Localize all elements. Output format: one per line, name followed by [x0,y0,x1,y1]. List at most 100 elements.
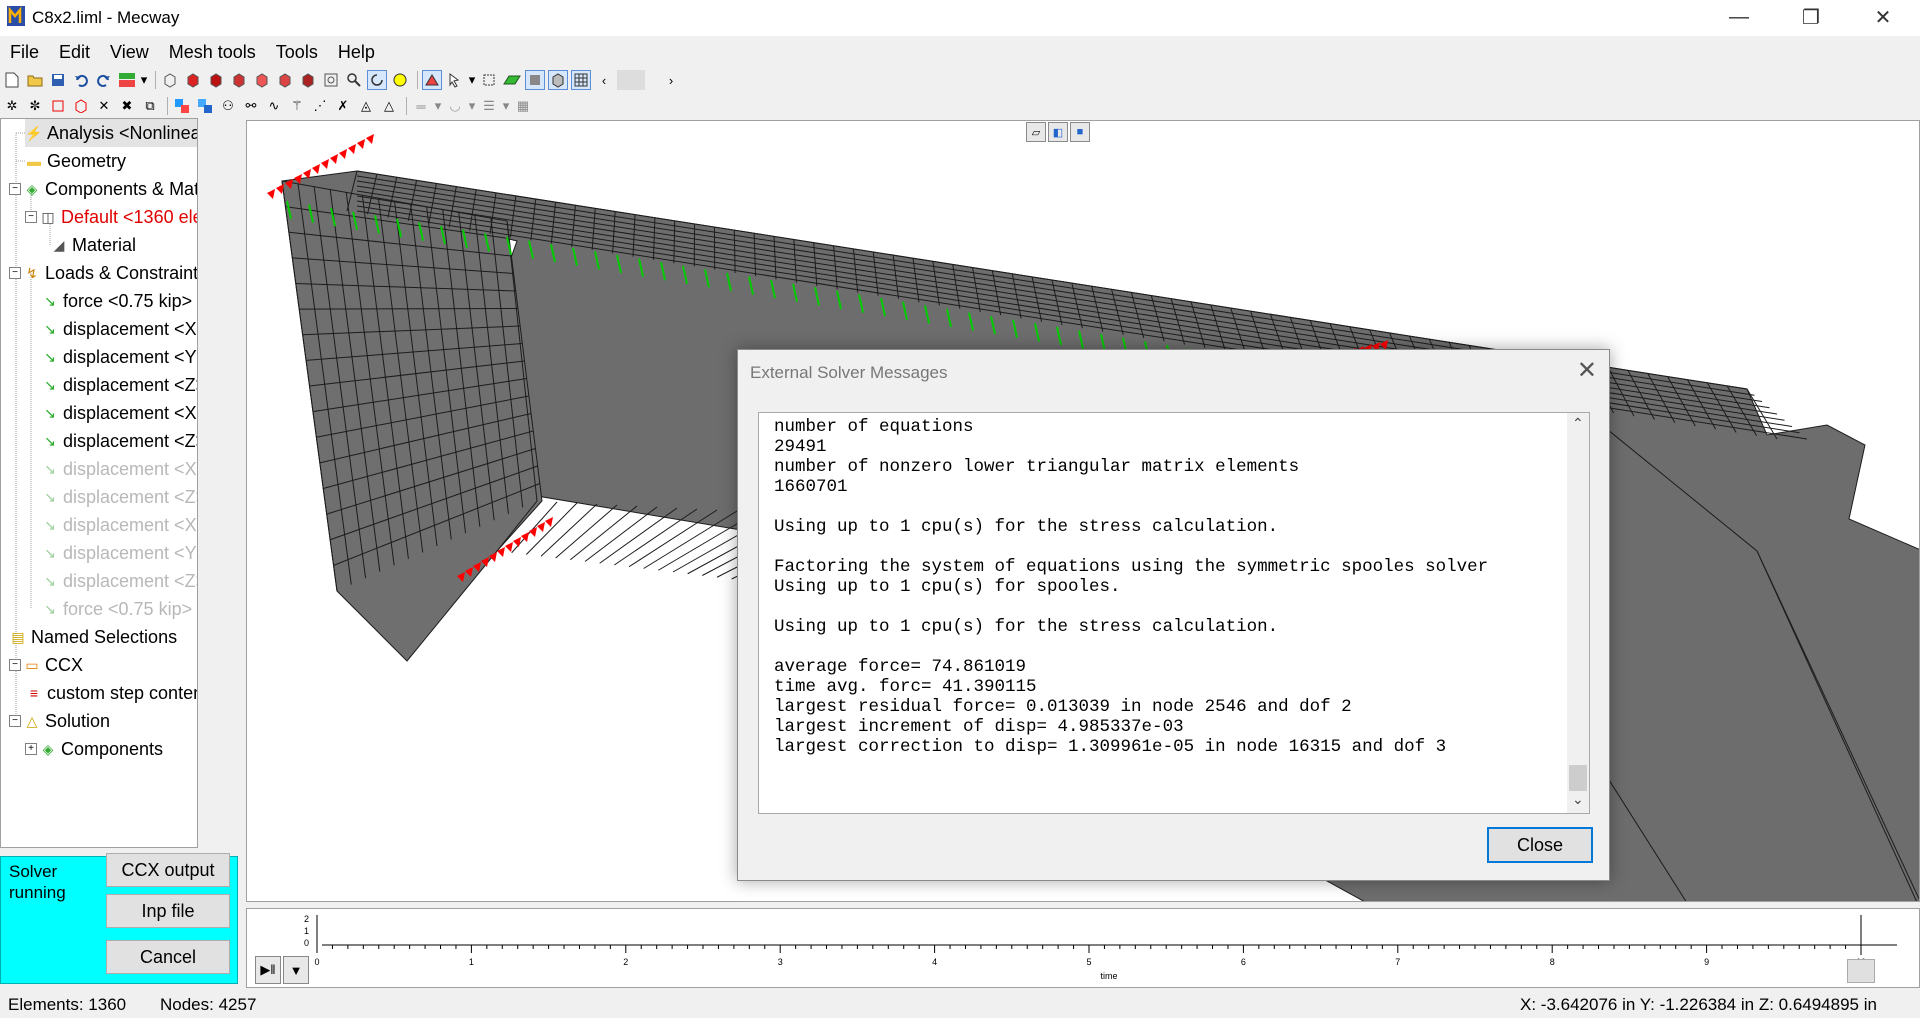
mirror-icon[interactable]: ✗ [333,96,353,116]
tree-item[interactable]: − ▭ CCX [9,651,83,679]
mesh-view-icon[interactable] [548,70,568,90]
dropdown-arrow-icon[interactable]: ▾ [468,70,476,90]
delete-icon[interactable]: ✕ [94,96,114,116]
tree-item[interactable]: ◢ Material [50,231,136,259]
dropdown-arrow-icon[interactable]: ▾ [140,70,148,90]
curve-icon[interactable]: ∿ [264,96,284,116]
select-faces-icon[interactable] [48,96,68,116]
scroll-down-icon[interactable]: ⌄ [1572,791,1584,808]
tree-item[interactable]: ↘ displacement <Z> [41,567,197,595]
wire-view-icon[interactable] [571,70,591,90]
time-end-thumb[interactable] [1847,959,1875,983]
shaded-view-icon[interactable] [525,70,545,90]
warning-shaded-icon[interactable]: ◬ [356,96,376,116]
hide-icon[interactable]: ✖ [117,96,137,116]
restore-button[interactable]: ❐ [1782,0,1840,34]
play-pause-icon[interactable]: ▶‖ [255,956,281,984]
close-button[interactable]: Close [1487,827,1593,863]
vertex-icon[interactable]: ⋰ [310,96,330,116]
solver-messages-textbox[interactable]: number of equations 29491 number of nonzer… [758,412,1590,814]
ccx-solve-icon[interactable] [117,70,137,90]
scroll-thumb[interactable] [1569,765,1587,791]
next-arrow-icon[interactable]: › [661,70,681,90]
tree-item[interactable]: ▤ Named Selections [9,623,177,651]
select-box-icon[interactable] [479,70,499,90]
view-wire-icon[interactable]: ▱ [1026,122,1046,142]
dropdown-arrow-icon[interactable]: ▾ [502,96,510,116]
tree-item[interactable]: ↘ displacement <Z> [41,427,197,455]
close-window-button[interactable]: ✕ [1854,0,1912,34]
tree-item[interactable]: − ↯ Loads & Constraints [9,259,197,287]
cancel-button[interactable]: Cancel [106,940,230,974]
redo-icon[interactable] [94,70,114,90]
collapse-icon[interactable]: − [9,715,21,727]
element-numbers-icon[interactable]: ⚯ [241,96,261,116]
tree-item[interactable]: ↘ displacement <X> [41,315,197,343]
axes-icon[interactable]: ⚚ [287,96,307,116]
line-width-icon[interactable]: ═ [411,96,431,116]
tree-item[interactable]: −◈ Components & Materials [9,175,197,203]
tree-item[interactable]: ↘ displacement <Z> [41,483,197,511]
menu-edit[interactable]: Edit [49,38,100,66]
minimize-button[interactable]: — [1710,0,1768,34]
view-bottom-icon[interactable] [298,70,318,90]
tree-item[interactable]: ↘ displacement <Y> [41,539,197,567]
view-right-icon[interactable] [252,70,272,90]
tree-item[interactable]: ↘ displacement <Y> [41,343,197,371]
collapse-icon[interactable]: − [9,267,21,279]
tree-item[interactable]: ▬ Geometry [25,147,126,175]
inp-file-button[interactable]: Inp file [106,894,230,928]
show-all-icon[interactable]: ⧉ [140,96,160,116]
transparency-icon[interactable]: ◡ [445,96,465,116]
color-by-component-icon[interactable] [172,96,192,116]
align-icon[interactable]: ☰ [479,96,499,116]
table-icon[interactable]: ▦ [513,96,533,116]
zoom-icon[interactable] [344,70,364,90]
tree-item[interactable]: ↘ force <0.75 kip> [41,287,192,315]
zoom-box-icon[interactable] [321,70,341,90]
dropdown-arrow-icon[interactable]: ▾ [434,96,442,116]
previous-arrow-icon[interactable]: ‹ [594,70,614,90]
view-left-icon[interactable] [229,70,249,90]
view-solid-icon[interactable]: ■ [1070,122,1090,142]
surface-icon[interactable] [502,70,522,90]
menu-mesh-tools[interactable]: Mesh tools [159,38,266,66]
open-file-icon[interactable] [25,70,45,90]
warning-icon[interactable]: △ [379,96,399,116]
dialog-close-icon[interactable]: ✕ [1577,356,1597,385]
tree-item[interactable]: ≡ custom step contents [25,679,197,707]
menu-view[interactable]: View [100,38,159,66]
color-by-material-icon[interactable] [195,96,215,116]
menu-file[interactable]: File [0,38,49,66]
view-back-icon[interactable] [206,70,226,90]
menu-tools[interactable]: Tools [266,38,328,66]
tree-item[interactable]: ↘ displacement <X> [41,511,197,539]
pan-icon[interactable] [390,70,410,90]
select-nodes-icon[interactable]: ✲ [2,96,22,116]
collapse-icon[interactable]: − [25,211,37,223]
rotate-icon[interactable] [367,70,387,90]
dropdown-arrow-icon[interactable]: ▾ [468,96,476,116]
select-solid-icon[interactable] [71,96,91,116]
view-front-icon[interactable] [183,70,203,90]
tree-item[interactable]: ↘ force <0.75 kip> [41,595,192,623]
select-dropdown-icon[interactable] [445,70,465,90]
collapse-icon[interactable]: − [9,183,21,195]
ccx-output-button[interactable]: CCX output [106,853,230,887]
collapse-icon[interactable]: − [9,659,21,671]
playback-dropdown-icon[interactable]: ▼ [283,956,309,984]
slider-thumb[interactable] [617,70,645,90]
wireframe-cube-icon[interactable] [160,70,180,90]
tree-item[interactable]: ↘ displacement <X> [41,455,197,483]
node-numbers-icon[interactable]: ⚇ [218,96,238,116]
tree-item[interactable]: ⚡Analysis <Nonlinear Stat [25,119,197,147]
menu-help[interactable]: Help [328,38,385,66]
tree-item[interactable]: + ◈ Components [25,735,163,763]
select-mode-icon[interactable] [422,70,442,90]
view-mesh-icon[interactable]: ◧ [1048,122,1068,142]
select-elements-icon[interactable]: ✼ [25,96,45,116]
tree-item[interactable]: ↘ displacement <X> [41,399,197,427]
save-icon[interactable] [48,70,68,90]
expand-icon[interactable]: + [25,743,37,755]
undo-icon[interactable] [71,70,91,90]
